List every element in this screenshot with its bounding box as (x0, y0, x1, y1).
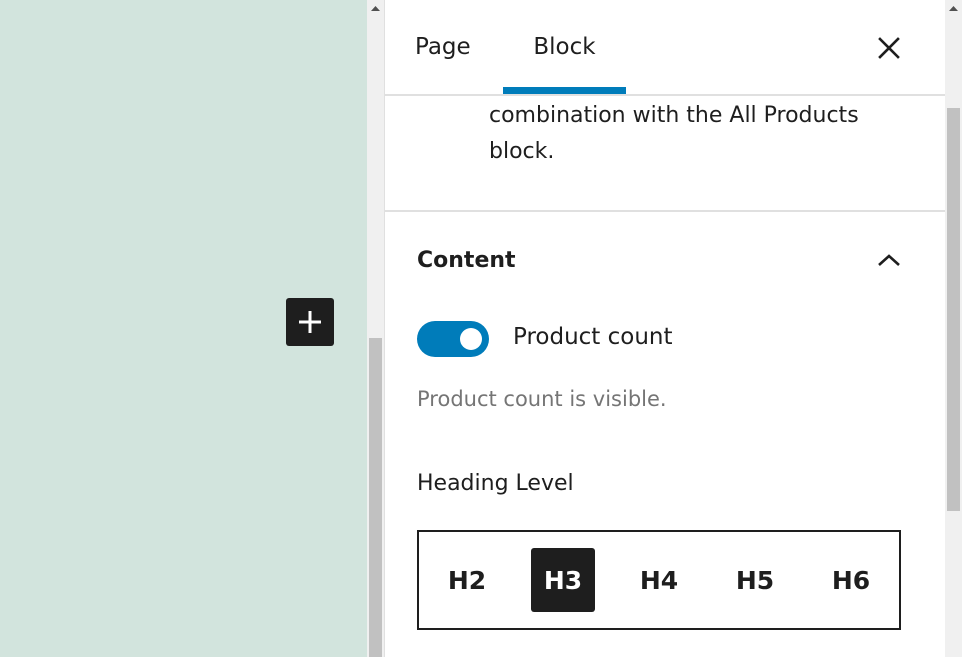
tab-page-label: Page (415, 34, 471, 60)
block-inserter-button[interactable] (286, 298, 334, 346)
heading-level-h2[interactable]: H2 (435, 548, 499, 612)
scroll-up-arrow-icon[interactable] (367, 0, 384, 17)
heading-level-h6[interactable]: H6 (819, 548, 883, 612)
tab-page[interactable]: Page (415, 0, 471, 94)
sidebar-scrollbar-thumb[interactable] (947, 108, 960, 511)
toggle-knob (460, 328, 482, 350)
collapse-content-panel-button[interactable] (873, 246, 905, 274)
tab-block-label: Block (533, 34, 596, 60)
heading-level-selector: H2 H3 H4 H5 H6 (417, 530, 901, 630)
content-panel-title[interactable]: Content (417, 248, 516, 273)
heading-level-h5[interactable]: H5 (723, 548, 787, 612)
heading-level-h3[interactable]: H3 (531, 548, 595, 612)
product-count-label[interactable]: Product count (513, 324, 673, 350)
canvas-scrollbar-thumb[interactable] (369, 338, 382, 657)
heading-level-h4[interactable]: H4 (627, 548, 691, 612)
block-description-line: block. (489, 139, 555, 164)
active-tab-indicator (503, 87, 626, 94)
sidebar-tabs: Page Block (385, 0, 945, 96)
heading-level-label: Heading Level (417, 471, 574, 496)
chevron-up-icon (878, 254, 900, 266)
scroll-up-arrow-icon[interactable] (945, 0, 962, 17)
sidebar-scrollbar[interactable] (945, 0, 962, 657)
section-divider (385, 210, 945, 212)
settings-sidebar: Page Block combination with the All Prod… (385, 0, 945, 657)
canvas-scrollbar[interactable] (367, 0, 384, 657)
product-count-help: Product count is visible. (417, 387, 667, 411)
plus-icon (299, 311, 321, 333)
editor-canvas (0, 0, 367, 657)
tab-block[interactable]: Block (503, 0, 626, 94)
block-description-line: combination with the All Products (489, 103, 859, 128)
block-description: combination with the All Products block. (489, 98, 909, 170)
product-count-toggle[interactable] (417, 321, 489, 357)
close-icon (878, 37, 900, 59)
close-sidebar-button[interactable] (869, 30, 909, 66)
